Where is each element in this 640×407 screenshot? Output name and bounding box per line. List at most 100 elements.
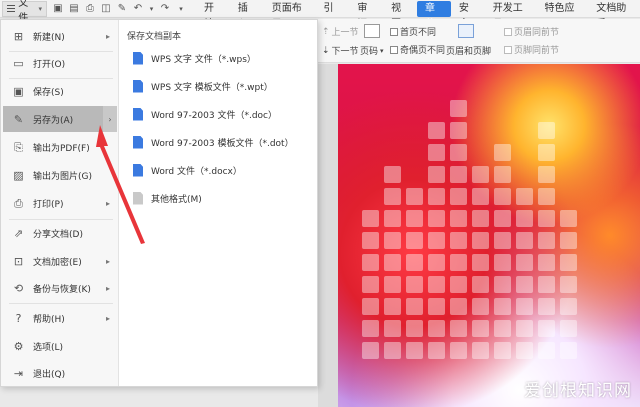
redo-icon[interactable]: ↷ bbox=[160, 3, 170, 14]
menu-item-help[interactable]: ? 帮助(H) ▸ bbox=[3, 305, 117, 331]
tab-references[interactable]: 引用 bbox=[315, 1, 349, 30]
decorative-tile bbox=[494, 298, 511, 315]
decorative-tile bbox=[428, 188, 445, 205]
save-as-other-format[interactable]: 其他格式(M) bbox=[133, 187, 313, 209]
decorative-tile bbox=[384, 210, 401, 227]
menu-item-share[interactable]: ⇗ 分享文档(D) bbox=[3, 220, 117, 246]
customize-dropdown-icon[interactable]: ▾ bbox=[176, 4, 186, 14]
decorative-tile bbox=[450, 320, 467, 337]
menu-item-export-image[interactable]: ▨ 输出为图片(G) bbox=[3, 162, 117, 188]
tab-insert[interactable]: 插入 bbox=[230, 1, 264, 30]
file-menu-dropdown: ⊞ 新建(N) ▸ ▭ 打开(O) ▣ 保存(S) ✎ 另存为(A) › ⎘ 输… bbox=[0, 19, 318, 387]
folder-icon: ▭ bbox=[13, 56, 24, 70]
save-as-doc[interactable]: Word 97-2003 文件（*.doc） bbox=[133, 103, 313, 125]
doc-icon bbox=[133, 135, 143, 149]
tab-home[interactable]: 开始 bbox=[196, 1, 230, 30]
backup-icon: ⟲ bbox=[13, 281, 24, 295]
decorative-tile bbox=[406, 342, 423, 359]
undo-dropdown-icon[interactable]: ▾ bbox=[149, 4, 154, 14]
ribbon-panel: ⇡ 上一节 ⇣ 下一节 页码 ▾ 首页不同 奇偶页不同 页眉和页脚 页眉同前节 … bbox=[318, 19, 640, 63]
page-number-button[interactable]: 页码 ▾ bbox=[360, 44, 384, 58]
decorative-tile bbox=[406, 254, 423, 271]
decorative-tile bbox=[428, 166, 445, 183]
submenu-item-label: Word 97-2003 文件（*.doc） bbox=[151, 110, 277, 121]
tab-page-layout[interactable]: 页面布局 bbox=[264, 1, 316, 30]
file-menu-button[interactable]: 文件 ▾ bbox=[2, 0, 47, 24]
tab-developer[interactable]: 开发工具 bbox=[485, 1, 537, 30]
decorative-tile bbox=[428, 210, 445, 227]
chevron-right-icon: ▸ bbox=[105, 198, 110, 208]
tab-security[interactable]: 安全 bbox=[451, 1, 485, 30]
header-footer-button[interactable]: 页眉和页脚 bbox=[446, 44, 491, 57]
decorative-tile bbox=[384, 166, 401, 183]
tab-view[interactable]: 视图 bbox=[383, 1, 417, 30]
menu-item-save-as[interactable]: ✎ 另存为(A) › bbox=[3, 106, 117, 132]
menu-item-new[interactable]: ⊞ 新建(N) ▸ bbox=[3, 23, 117, 49]
odd-even-different-checkbox[interactable]: 奇偶页不同 bbox=[390, 43, 445, 56]
decorative-tile bbox=[472, 188, 489, 205]
decorative-tile bbox=[362, 232, 379, 249]
decorative-tile bbox=[450, 276, 467, 293]
doc-icon bbox=[133, 107, 143, 121]
decorative-tile bbox=[560, 320, 577, 337]
save-as-wpt[interactable]: WPS 文字 模板文件（*.wpt） bbox=[133, 75, 313, 97]
decorative-tile bbox=[428, 144, 445, 161]
pdf-icon: ⎘ bbox=[14, 140, 23, 154]
decorative-tile bbox=[516, 188, 533, 205]
menu-item-save[interactable]: ▣ 保存(S) bbox=[3, 78, 117, 104]
decorative-tile bbox=[384, 188, 401, 205]
menu-item-label: 输出为PDF(F) bbox=[33, 143, 90, 154]
first-page-different-checkbox[interactable]: 首页不同 bbox=[390, 25, 436, 38]
decorative-tile bbox=[516, 254, 533, 271]
menu-item-export-pdf[interactable]: ⎘ 输出为PDF(F) bbox=[3, 134, 117, 160]
decorative-tile bbox=[406, 320, 423, 337]
decorative-tile bbox=[560, 276, 577, 293]
exit-icon: ⇥ bbox=[13, 366, 24, 380]
save-as-wps[interactable]: WPS 文字 文件（*.wps） bbox=[133, 47, 313, 69]
link-prev-header-checkbox[interactable]: 页眉同前节 bbox=[504, 25, 559, 38]
format-painter-icon[interactable]: ✎ bbox=[117, 3, 127, 14]
save-icon[interactable]: ▣ bbox=[53, 3, 63, 14]
decorative-tile bbox=[538, 188, 555, 205]
save-icon: ▣ bbox=[13, 84, 24, 98]
decorative-tile bbox=[494, 210, 511, 227]
menu-item-encrypt[interactable]: ⊡ 文档加密(E) ▸ bbox=[3, 248, 117, 274]
prev-section-button[interactable]: ⇡ 上一节 bbox=[322, 25, 359, 39]
decorative-tile bbox=[384, 342, 401, 359]
link-prev-footer-checkbox[interactable]: 页脚同前节 bbox=[504, 43, 559, 56]
undo-icon[interactable]: ↶ bbox=[133, 3, 143, 14]
tab-review[interactable]: 审阅 bbox=[349, 1, 383, 30]
decorative-tile bbox=[428, 320, 445, 337]
decorative-tile bbox=[494, 254, 511, 271]
decorative-tile bbox=[494, 232, 511, 249]
tab-doc-assistant[interactable]: 文档助手 bbox=[588, 1, 640, 30]
link-prev-footer-label: 页脚同前节 bbox=[514, 46, 560, 56]
menu-item-label: 退出(Q) bbox=[33, 369, 66, 380]
chevron-right-icon: › bbox=[103, 106, 117, 132]
preview-icon[interactable]: ◫ bbox=[101, 3, 111, 14]
decorative-tile bbox=[560, 342, 577, 359]
print-icon[interactable]: ⎙ bbox=[85, 3, 95, 14]
menu-item-label: 打开(O) bbox=[33, 59, 66, 70]
decorative-tile bbox=[538, 298, 555, 315]
next-section-button[interactable]: ⇣ 下一节 bbox=[322, 44, 359, 58]
decorative-tile bbox=[494, 320, 511, 337]
tab-features[interactable]: 特色应用 bbox=[536, 1, 588, 30]
decorative-tile bbox=[406, 276, 423, 293]
export-icon[interactable]: ▤ bbox=[69, 3, 79, 14]
decorative-tile bbox=[516, 342, 533, 359]
menu-item-exit[interactable]: ⇥ 退出(Q) bbox=[3, 360, 117, 386]
link-prev-header-label: 页眉同前节 bbox=[514, 28, 560, 38]
document-area[interactable] bbox=[318, 64, 640, 407]
menu-item-backup[interactable]: ⟲ 备份与恢复(K) ▸ bbox=[3, 275, 117, 301]
menu-item-options[interactable]: ⚙ 选项(L) bbox=[3, 333, 117, 359]
save-as-docx[interactable]: Word 文件（*.docx） bbox=[133, 159, 313, 181]
save-as-dot[interactable]: Word 97-2003 模板文件（*.dot） bbox=[133, 131, 313, 153]
menu-separator bbox=[9, 303, 113, 304]
decorative-tile bbox=[472, 342, 489, 359]
tab-section[interactable]: 章节 bbox=[417, 0, 451, 30]
menu-item-open[interactable]: ▭ 打开(O) bbox=[3, 50, 117, 76]
decorative-tile bbox=[538, 320, 555, 337]
decorative-tile bbox=[560, 232, 577, 249]
menu-item-print[interactable]: ⎙ 打印(P) ▸ bbox=[3, 190, 117, 216]
